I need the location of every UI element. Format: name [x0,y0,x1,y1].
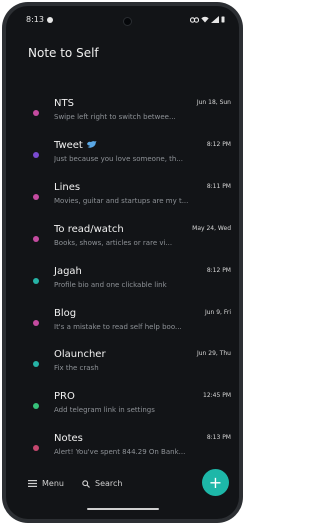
note-color-dot [33,278,39,284]
search-button[interactable]: Search [82,479,122,488]
note-title: Notes [54,433,83,444]
note-color-dot [33,320,39,326]
status-bar: 8:13 [6,6,239,28]
status-time-group: 8:13 [26,15,53,24]
note-date: May 24, Wed [192,225,231,232]
note-preview: Just because you love someone, th... [54,155,183,163]
note-title: Olauncher [54,349,106,360]
menu-icon [28,480,37,487]
app-screen: 8:13 Note to Self NTS Jun 18, Sun Swipe … [6,6,239,519]
note-preview: Add telegram link in settings [54,406,155,414]
note-item[interactable]: Lines 8:11 PM Movies, guitar and startup… [6,182,239,222]
note-preview: Swipe left right to switch betwee... [54,113,176,121]
note-item[interactable]: PRO 12:45 PM Add telegram link in settin… [6,391,239,431]
search-icon [82,479,90,488]
note-title: Jagah [54,266,82,277]
note-item[interactable]: Olauncher Jun 29, Thu Fix the crash [6,349,239,389]
add-note-button[interactable]: + [202,469,229,496]
front-camera [123,17,132,26]
note-title: Tweet [54,140,83,151]
note-item[interactable]: NTS Jun 18, Sun Swipe left right to swit… [6,98,239,138]
note-title: NTS [54,98,74,109]
note-date: Jun 29, Thu [196,350,231,357]
bird-icon [86,141,97,148]
note-color-dot [33,194,39,200]
status-time: 8:13 [26,15,44,24]
note-title: To read/watch [54,224,124,235]
note-color-dot [33,152,39,158]
note-color-dot [33,110,39,116]
note-date: 8:12 PM [206,267,231,274]
note-item[interactable]: Tweet 8:12 PM Just because you love some… [6,140,239,180]
note-title: PRO [54,391,75,402]
note-preview: Books, shows, articles or rare vi... [54,239,173,247]
note-date: Jun 18, Sun [196,99,231,106]
link-icon [190,16,199,23]
note-item[interactable]: Jagah 8:12 PM Profile bio and one clicka… [6,266,239,306]
menu-button[interactable]: Menu [28,479,64,488]
note-item[interactable]: Blog Jun 9, Fri It's a mistake to read s… [6,308,239,348]
note-preview: Alert! You've spent 844.29 On Bank... [54,448,186,456]
note-color-dot [33,236,39,242]
note-title-group: Tweet [54,140,97,151]
wifi-icon [201,16,209,23]
note-date: 8:12 PM [206,141,231,148]
note-title: Blog [54,308,77,319]
note-preview: Movies, guitar and startups are my t... [54,197,189,205]
phone-frame: 8:13 Note to Self NTS Jun 18, Sun Swipe … [2,2,243,523]
note-title: Lines [54,182,81,193]
note-preview: Fix the crash [54,364,99,372]
note-date: 12:45 PM [203,392,231,399]
home-indicator[interactable] [87,508,159,510]
status-icons [190,16,225,23]
note-preview: It's a mistake to read self help boo... [54,323,182,331]
note-color-dot [33,403,39,409]
signal-icon [211,16,219,23]
note-preview: Profile bio and one clickable link [54,281,167,289]
note-color-dot [33,445,39,451]
note-date: Jun 9, Fri [204,309,231,316]
search-label: Search [95,479,123,488]
menu-label: Menu [42,479,64,488]
bottom-bar: Menu Search + [6,459,239,519]
note-date: 8:13 PM [206,434,231,441]
note-date: 8:11 PM [206,183,231,190]
note-color-dot [33,361,39,367]
app-title: Note to Self [28,46,99,60]
notification-dot-icon [46,16,53,23]
note-item[interactable]: To read/watch May 24, Wed Books, shows, … [6,224,239,264]
battery-icon [221,16,225,23]
